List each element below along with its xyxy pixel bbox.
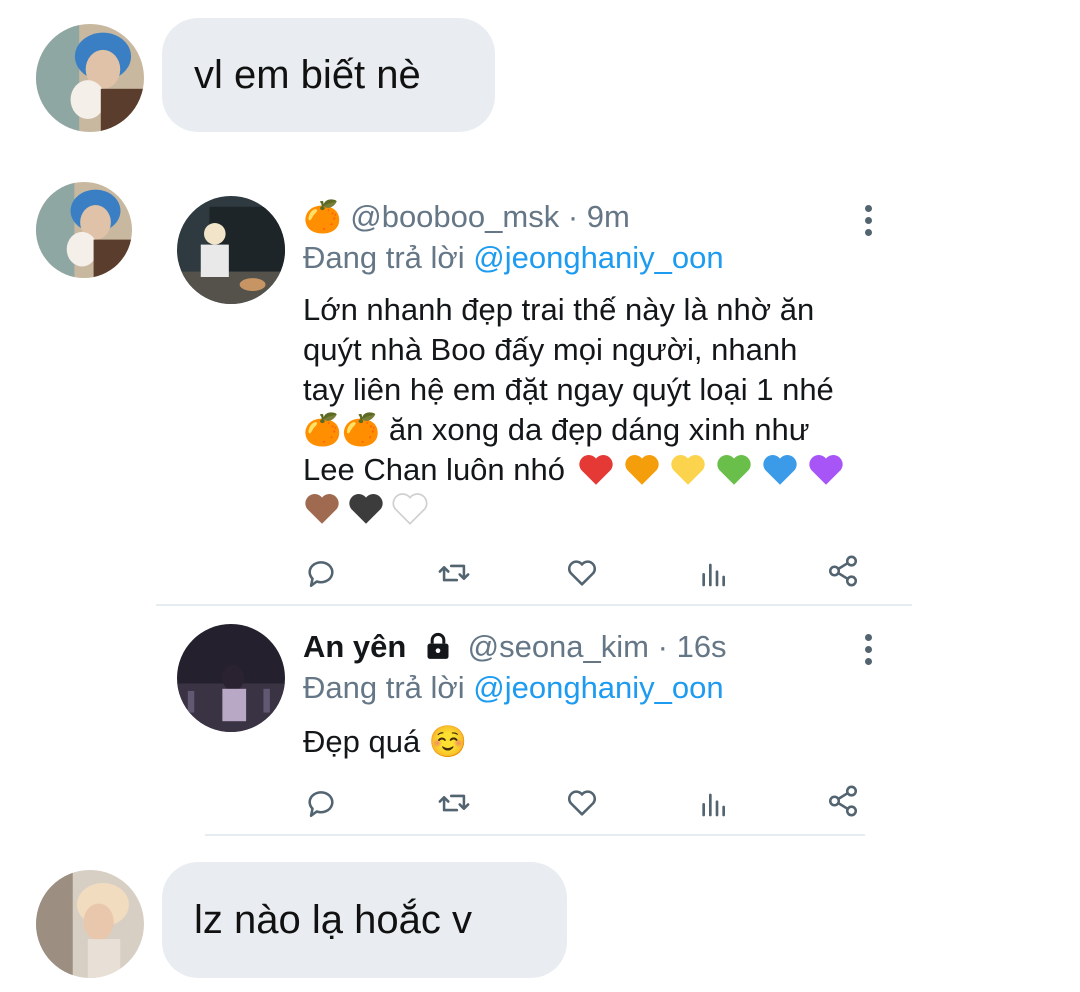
tweet-line: Đẹp quá ☺️ <box>303 722 903 762</box>
name-emoji: 🍊 <box>303 199 342 234</box>
tweet-divider <box>156 604 912 606</box>
reply-prefix: Đang trả lời <box>303 240 465 275</box>
tweet-body: Lớn nhanh đẹp trai thế này là nhờ ăn quý… <box>303 290 903 526</box>
tweet-author-avatar[interactable] <box>177 196 285 304</box>
tweet-body: Đẹp quá ☺️ <box>303 722 903 762</box>
black-heart-icon <box>349 494 383 524</box>
reply-to-link[interactable]: @jeonghaniy_oon <box>473 240 723 275</box>
display-name[interactable]: An yên <box>303 629 406 664</box>
avatar-photo <box>177 196 285 304</box>
reply-prefix: Đang trả lời <box>303 670 465 705</box>
green-heart-icon <box>717 455 751 485</box>
message-bubble[interactable]: lz nào lạ hoắc v <box>162 862 567 978</box>
analytics-icon[interactable] <box>697 556 729 590</box>
sender-avatar[interactable] <box>36 870 144 978</box>
smiling-emoji: ☺️ <box>428 724 468 759</box>
retweet-icon[interactable] <box>436 556 472 590</box>
like-icon[interactable] <box>565 556 599 590</box>
reply-context: Đang trả lời @jeonghaniy_oon <box>303 240 724 276</box>
message-text: vl em biết nè <box>194 52 421 97</box>
tweet-line: quýt nhà Boo đấy mọi người, nhanh <box>303 332 798 367</box>
avatar-photo <box>36 24 144 132</box>
message-text: lz nào lạ hoắc v <box>194 897 472 942</box>
more-options-icon[interactable] <box>863 634 873 665</box>
tweet-time[interactable]: 9m <box>587 199 630 234</box>
avatar-photo <box>36 870 144 978</box>
more-options-icon[interactable] <box>863 205 873 236</box>
separator: · <box>657 629 668 664</box>
orange-emoji: 🍊🍊 <box>303 412 381 447</box>
purple-heart-icon <box>809 455 843 485</box>
tweet-header: An yên @seona_kim · 16s <box>303 629 727 665</box>
sender-avatar[interactable] <box>36 24 144 132</box>
tweet-line-text: Đẹp quá <box>303 724 421 759</box>
analytics-icon[interactable] <box>697 786 729 820</box>
tweet-handle[interactable]: @seona_kim <box>468 629 649 664</box>
lock-icon <box>427 632 449 659</box>
avatar-photo <box>177 624 285 732</box>
yellow-heart-icon <box>671 455 705 485</box>
tweet-time[interactable]: 16s <box>677 629 727 664</box>
tweet-line-text: ăn xong da đẹp dáng xinh như <box>388 412 810 447</box>
reply-context: Đang trả lời @jeonghaniy_oon <box>303 670 724 706</box>
tweet-line: tay liên hệ em đặt ngay quýt loại 1 nhé <box>303 372 834 407</box>
reply-to-link[interactable]: @jeonghaniy_oon <box>473 670 723 705</box>
tweet-line: Lee Chan luôn nhó <box>303 450 903 490</box>
avatar-photo <box>36 182 132 278</box>
blue-heart-icon <box>763 455 797 485</box>
tweet-line: Lớn nhanh đẹp trai thế này là nhờ ăn <box>303 292 815 327</box>
retweet-icon[interactable] <box>436 786 472 820</box>
tweet-header: 🍊 @booboo_msk · 9m <box>303 198 630 235</box>
tweet-line-text: Lee Chan luôn nhó <box>303 452 566 487</box>
reply-icon[interactable] <box>304 786 338 820</box>
tweet-line: 🍊🍊 ăn xong da đẹp dáng xinh như <box>303 410 903 450</box>
tweet-divider <box>205 834 865 836</box>
orange-heart-icon <box>625 455 659 485</box>
tweet-author-avatar[interactable] <box>177 624 285 732</box>
separator: · <box>567 199 579 234</box>
tweet-line <box>303 492 903 526</box>
like-icon[interactable] <box>565 786 599 820</box>
brown-heart-icon <box>305 494 339 524</box>
red-heart-icon <box>579 455 613 485</box>
message-bubble[interactable]: vl em biết nè <box>162 18 495 132</box>
reply-icon[interactable] <box>304 556 338 590</box>
share-icon[interactable] <box>826 784 860 818</box>
white-heart-icon <box>392 493 428 525</box>
tweet-handle[interactable]: @booboo_msk <box>350 199 559 234</box>
hearts-row <box>577 453 845 487</box>
share-icon[interactable] <box>826 554 860 588</box>
sender-avatar[interactable] <box>36 182 132 278</box>
